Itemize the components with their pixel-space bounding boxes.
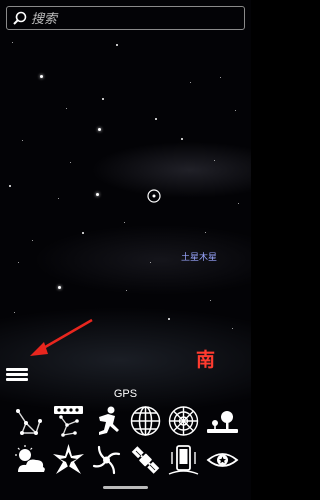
menu-line xyxy=(6,378,28,381)
search-icon xyxy=(13,11,27,25)
star xyxy=(98,128,101,131)
planet-label[interactable]: 土星木星 xyxy=(181,250,217,263)
star xyxy=(205,232,206,233)
pointer-arrow xyxy=(30,318,93,356)
galaxy-button[interactable] xyxy=(89,442,124,478)
star xyxy=(58,198,59,199)
star xyxy=(40,75,43,78)
ground-icon xyxy=(206,411,238,433)
eye-icon xyxy=(206,453,239,467)
menu-line xyxy=(6,368,28,371)
deep-sky-button[interactable] xyxy=(51,442,86,478)
star xyxy=(58,286,61,289)
equatorial-grid-icon xyxy=(130,406,161,436)
constellation-lines-button[interactable] xyxy=(12,403,47,439)
search-input[interactable] xyxy=(31,9,231,27)
star xyxy=(14,312,15,313)
star xyxy=(96,193,99,196)
atmosphere-icon xyxy=(15,445,45,472)
satellite-icon xyxy=(131,446,160,474)
search-bar[interactable] xyxy=(6,6,245,30)
menu-line xyxy=(6,373,28,376)
system-navigation-bar[interactable] xyxy=(103,486,148,489)
constellation-names-button[interactable] xyxy=(51,403,86,439)
star xyxy=(102,98,104,100)
constellation-art-button[interactable] xyxy=(89,403,124,439)
constellation-lines-icon xyxy=(16,409,42,435)
night-mode-icon xyxy=(169,445,199,475)
star xyxy=(155,118,157,120)
star xyxy=(12,42,13,43)
equatorial-grid-button[interactable] xyxy=(128,403,163,439)
azimuthal-grid-button[interactable] xyxy=(166,403,201,439)
star xyxy=(150,262,151,263)
star xyxy=(116,44,118,46)
star xyxy=(82,232,84,234)
star xyxy=(66,108,67,109)
eye-button[interactable] xyxy=(205,442,240,478)
atmosphere-button[interactable] xyxy=(12,442,47,478)
star xyxy=(238,203,239,204)
star xyxy=(9,185,11,187)
star xyxy=(124,222,125,223)
star xyxy=(18,262,19,263)
compass-direction: 南 xyxy=(196,350,216,371)
star xyxy=(168,318,170,320)
star xyxy=(22,140,23,141)
star xyxy=(70,162,71,163)
sky-view[interactable]: 土星木星 南 GPS xyxy=(0,0,251,500)
satellite-button[interactable] xyxy=(128,442,163,478)
azimuthal-grid-icon xyxy=(169,406,199,436)
menu-button[interactable] xyxy=(6,366,28,384)
star xyxy=(32,240,33,241)
toolbar xyxy=(12,403,240,481)
star xyxy=(210,300,211,301)
ground-button[interactable] xyxy=(205,403,240,439)
star xyxy=(181,138,183,140)
constellation-names-icon xyxy=(53,406,83,437)
star xyxy=(214,160,215,161)
constellation-art-icon xyxy=(99,406,120,435)
star xyxy=(190,82,191,83)
galaxy-icon xyxy=(93,445,121,475)
night-mode-button[interactable] xyxy=(166,442,201,478)
star xyxy=(232,328,233,329)
gps-label: GPS xyxy=(113,388,138,400)
star xyxy=(220,77,221,78)
target-reticle-icon xyxy=(147,189,161,203)
star xyxy=(235,110,236,111)
star xyxy=(126,290,127,291)
deep-sky-icon xyxy=(52,444,84,474)
